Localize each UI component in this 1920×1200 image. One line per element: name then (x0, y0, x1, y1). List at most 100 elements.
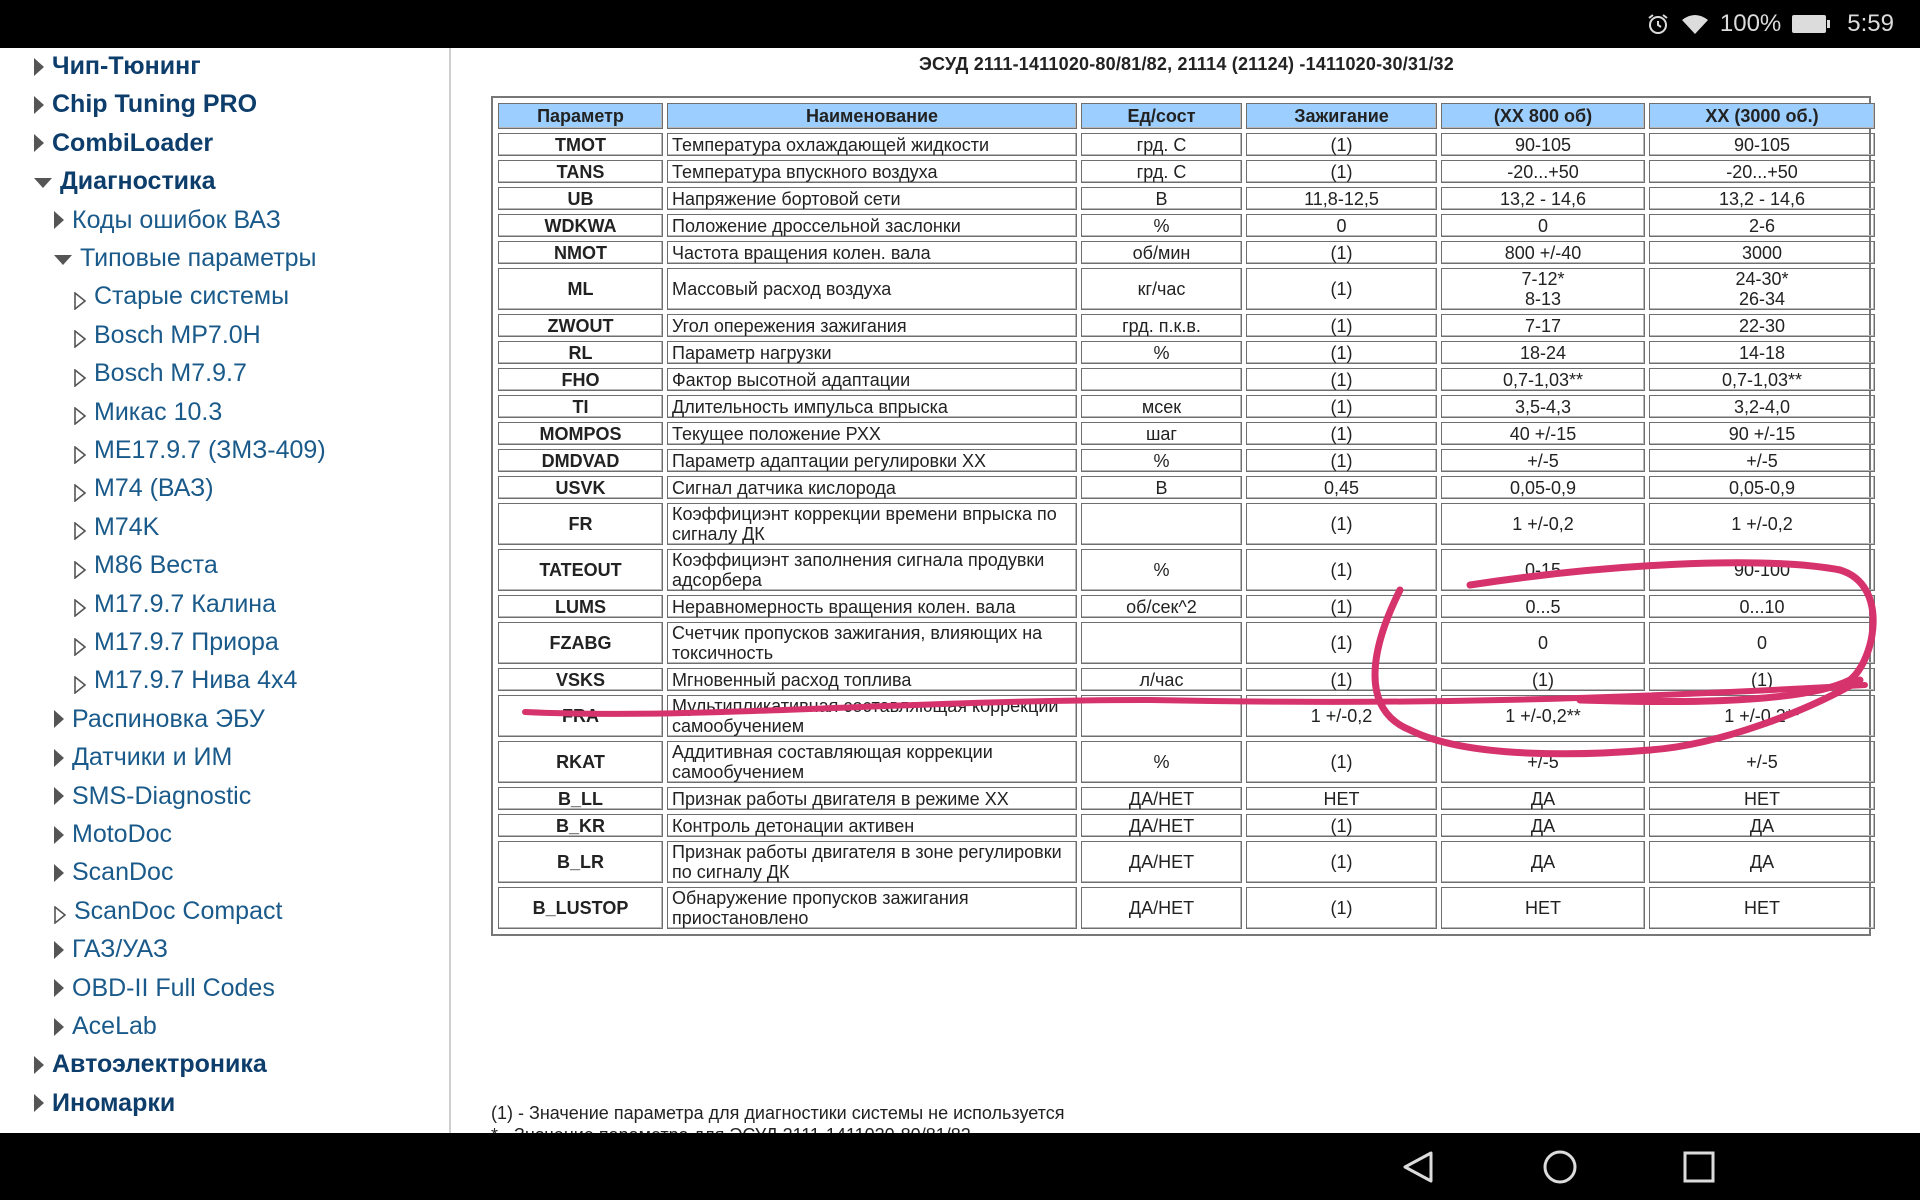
sidebar-item-label: M74K (94, 512, 160, 541)
caret-right-icon (54, 787, 64, 806)
table-cell: кг/час (1081, 268, 1242, 310)
sidebar-item-label: Типовые параметры (80, 244, 317, 272)
sidebar-item-label: M17.9.7 Приора (94, 628, 279, 656)
table-cell: 24-30* 26-34 (1649, 268, 1875, 310)
sidebar-item[interactable]: SMS-Diagnostic (54, 782, 251, 811)
caret-right-icon (74, 672, 87, 695)
param-code-cell: WDKWA (498, 214, 663, 237)
sidebar-item[interactable]: ГАЗ/УАЗ (54, 935, 168, 964)
table-cell: 3,2-4,0 (1649, 395, 1875, 418)
sidebar-item[interactable]: Распиновка ЭБУ (54, 705, 265, 734)
sidebar-item[interactable]: Типовые параметры (54, 244, 317, 273)
sidebar-item[interactable]: Автоэлектроника (34, 1050, 267, 1079)
back-icon[interactable] (1395, 1143, 1443, 1191)
params-table: Параметр Наименование Ед/сост Зажигание (ХХ … (494, 99, 1879, 933)
param-code-cell: B_LR (498, 841, 663, 883)
sidebar-item[interactable]: MotoDoc (54, 820, 172, 849)
sidebar-item-label: Микас 10.3 (94, 397, 223, 426)
table-row: FZABG Счетчик пропусков зажигания, влияющ… (498, 622, 1875, 664)
sidebar-item[interactable]: ScanDoc (54, 858, 173, 887)
table-row: LUMS Неравномерность вращения колен. вала… (498, 595, 1875, 618)
sidebar-item[interactable]: Чип-Тюнинг (34, 52, 201, 81)
table-row: FRA Мультипликативная составляющая коррек… (498, 695, 1875, 737)
sidebar-item-label: Chip Tuning PRO (52, 90, 258, 119)
table-row: RL Параметр нагрузки% (1) 18-24 14-18 (498, 341, 1875, 364)
table-cell: 1 +/-0,2 (1649, 503, 1875, 545)
table-cell: Аддитивная составляющая коррекции самооб… (667, 741, 1077, 783)
sidebar-item[interactable]: OBD-II Full Codes (54, 974, 275, 1003)
main-content: ЭСУД 2111-1411020-80/81/82, 21114 (21124… (453, 48, 1920, 1133)
caret-right-icon (54, 902, 67, 925)
table-cell: % (1081, 741, 1242, 783)
table-cell: % (1081, 449, 1242, 472)
table-cell: 0 (1441, 214, 1645, 237)
web-view[interactable]: Чип-Тюнинг Chip Tuning PRO CombiLoader Диаг… (0, 48, 1920, 1133)
battery-percent: 100% (1719, 10, 1782, 37)
table-cell: 3,5-4,3 (1441, 395, 1645, 418)
sidebar-item[interactable]: Диагностика (34, 167, 215, 196)
sidebar-item[interactable]: CombiLoader (34, 129, 213, 158)
table-cell: (1) (1246, 422, 1437, 445)
table-cell: ДА/НЕТ (1081, 841, 1242, 883)
param-code-cell: VSKS (498, 668, 663, 691)
table-row: UB Напряжение бортовой сети В 11,8-12,5 13,2… (498, 187, 1875, 210)
sidebar-nav[interactable]: Чип-Тюнинг Chip Tuning PRO CombiLoader Диаг… (0, 48, 451, 1133)
sidebar-item[interactable]: Chip Tuning PRO (34, 90, 257, 119)
sidebar-item[interactable]: Bosch MP7.0H (74, 321, 261, 350)
table-cell: 90 +/-15 (1649, 422, 1875, 445)
caret-right-icon (74, 480, 87, 503)
table-cell: (1) (1246, 449, 1437, 472)
table-cell: 0,05-0,9 (1441, 476, 1645, 499)
sidebar-item-label: Коды ошибок ВАЗ (72, 205, 281, 234)
sidebar-item[interactable]: ScanDoc Compact (54, 897, 282, 926)
table-cell: Частота вращения колен. вала (667, 241, 1077, 264)
param-code-cell: TATEOUT (498, 549, 663, 591)
table-cell: Обнаружение пропусков зажигания приостан… (667, 887, 1077, 929)
table-cell: Признак работы двигателя в зоне регулиро… (667, 841, 1077, 883)
sidebar-item[interactable]: Коды ошибок ВАЗ (54, 206, 281, 235)
table-header-cell: (ХХ 800 об) (1441, 103, 1645, 129)
home-icon[interactable] (1536, 1143, 1584, 1191)
table-cell: Массовый расход воздуха (667, 268, 1077, 310)
sidebar-item[interactable]: Микас 10.3 (74, 398, 222, 427)
params-table-wrap: Параметр Наименование Ед/сост Зажигание (ХХ … (491, 96, 1875, 936)
table-cell: Температура впускного воздуха (667, 160, 1077, 183)
param-code-cell: ML (498, 268, 663, 310)
sidebar-item-label: Диагностика (60, 167, 216, 196)
sidebar-item[interactable]: M86 Веста (74, 551, 218, 580)
sidebar-item[interactable]: M74K (74, 513, 159, 542)
sidebar-item[interactable]: M74 (ВАЗ) (74, 474, 214, 503)
sidebar-item[interactable]: M17.9.7 Нива 4х4 (74, 666, 297, 695)
table-cell: (1) (1246, 368, 1437, 391)
sidebar-item-label: SMS-Diagnostic (72, 781, 252, 810)
sidebar-item[interactable]: M17.9.7 Приора (74, 628, 279, 657)
table-cell: 22-30 (1649, 314, 1875, 337)
status-icons: 100% 5:59 (1646, 0, 1894, 48)
param-code-cell: USVK (498, 476, 663, 499)
table-cell: Напряжение бортовой сети (667, 187, 1077, 210)
table-header-cell: ХХ (3000 об.) (1649, 103, 1875, 129)
sidebar-item-label: M86 Веста (94, 551, 218, 580)
table-cell: грд. п.к.в. (1081, 314, 1242, 337)
caret-right-icon (34, 95, 44, 114)
caret-right-icon (74, 365, 87, 388)
caret-right-icon (74, 403, 87, 426)
sidebar-item[interactable]: Датчики и ИМ (54, 743, 232, 772)
sidebar-item[interactable]: Иномарки (34, 1089, 175, 1118)
table-cell: 18-24 (1441, 341, 1645, 364)
sidebar-item[interactable]: AceLab (54, 1012, 157, 1041)
sidebar-item-label: M17.9.7 Калина (94, 589, 277, 618)
param-code-cell: RL (498, 341, 663, 364)
page-title: ЭСУД 2111-1411020-80/81/82, 21114 (21124… (919, 54, 1454, 74)
caret-right-icon (54, 211, 64, 230)
recents-icon[interactable] (1675, 1143, 1723, 1191)
sidebar-item[interactable]: Bosch M7.9.7 (74, 359, 247, 388)
sidebar-item[interactable]: ME17.9.7 (ЗМЗ-409) (74, 436, 326, 465)
footnote-2: * - Значение параметра для ЭСУД 2111-141… (491, 1125, 971, 1133)
table-cell: % (1081, 214, 1242, 237)
sidebar-item[interactable]: M17.9.7 Калина (74, 590, 276, 619)
caret-right-icon (54, 979, 64, 998)
table-cell: 0,7-1,03** (1441, 368, 1645, 391)
sidebar-item[interactable]: Старые системы (74, 282, 289, 311)
table-cell: (1) (1649, 668, 1875, 691)
